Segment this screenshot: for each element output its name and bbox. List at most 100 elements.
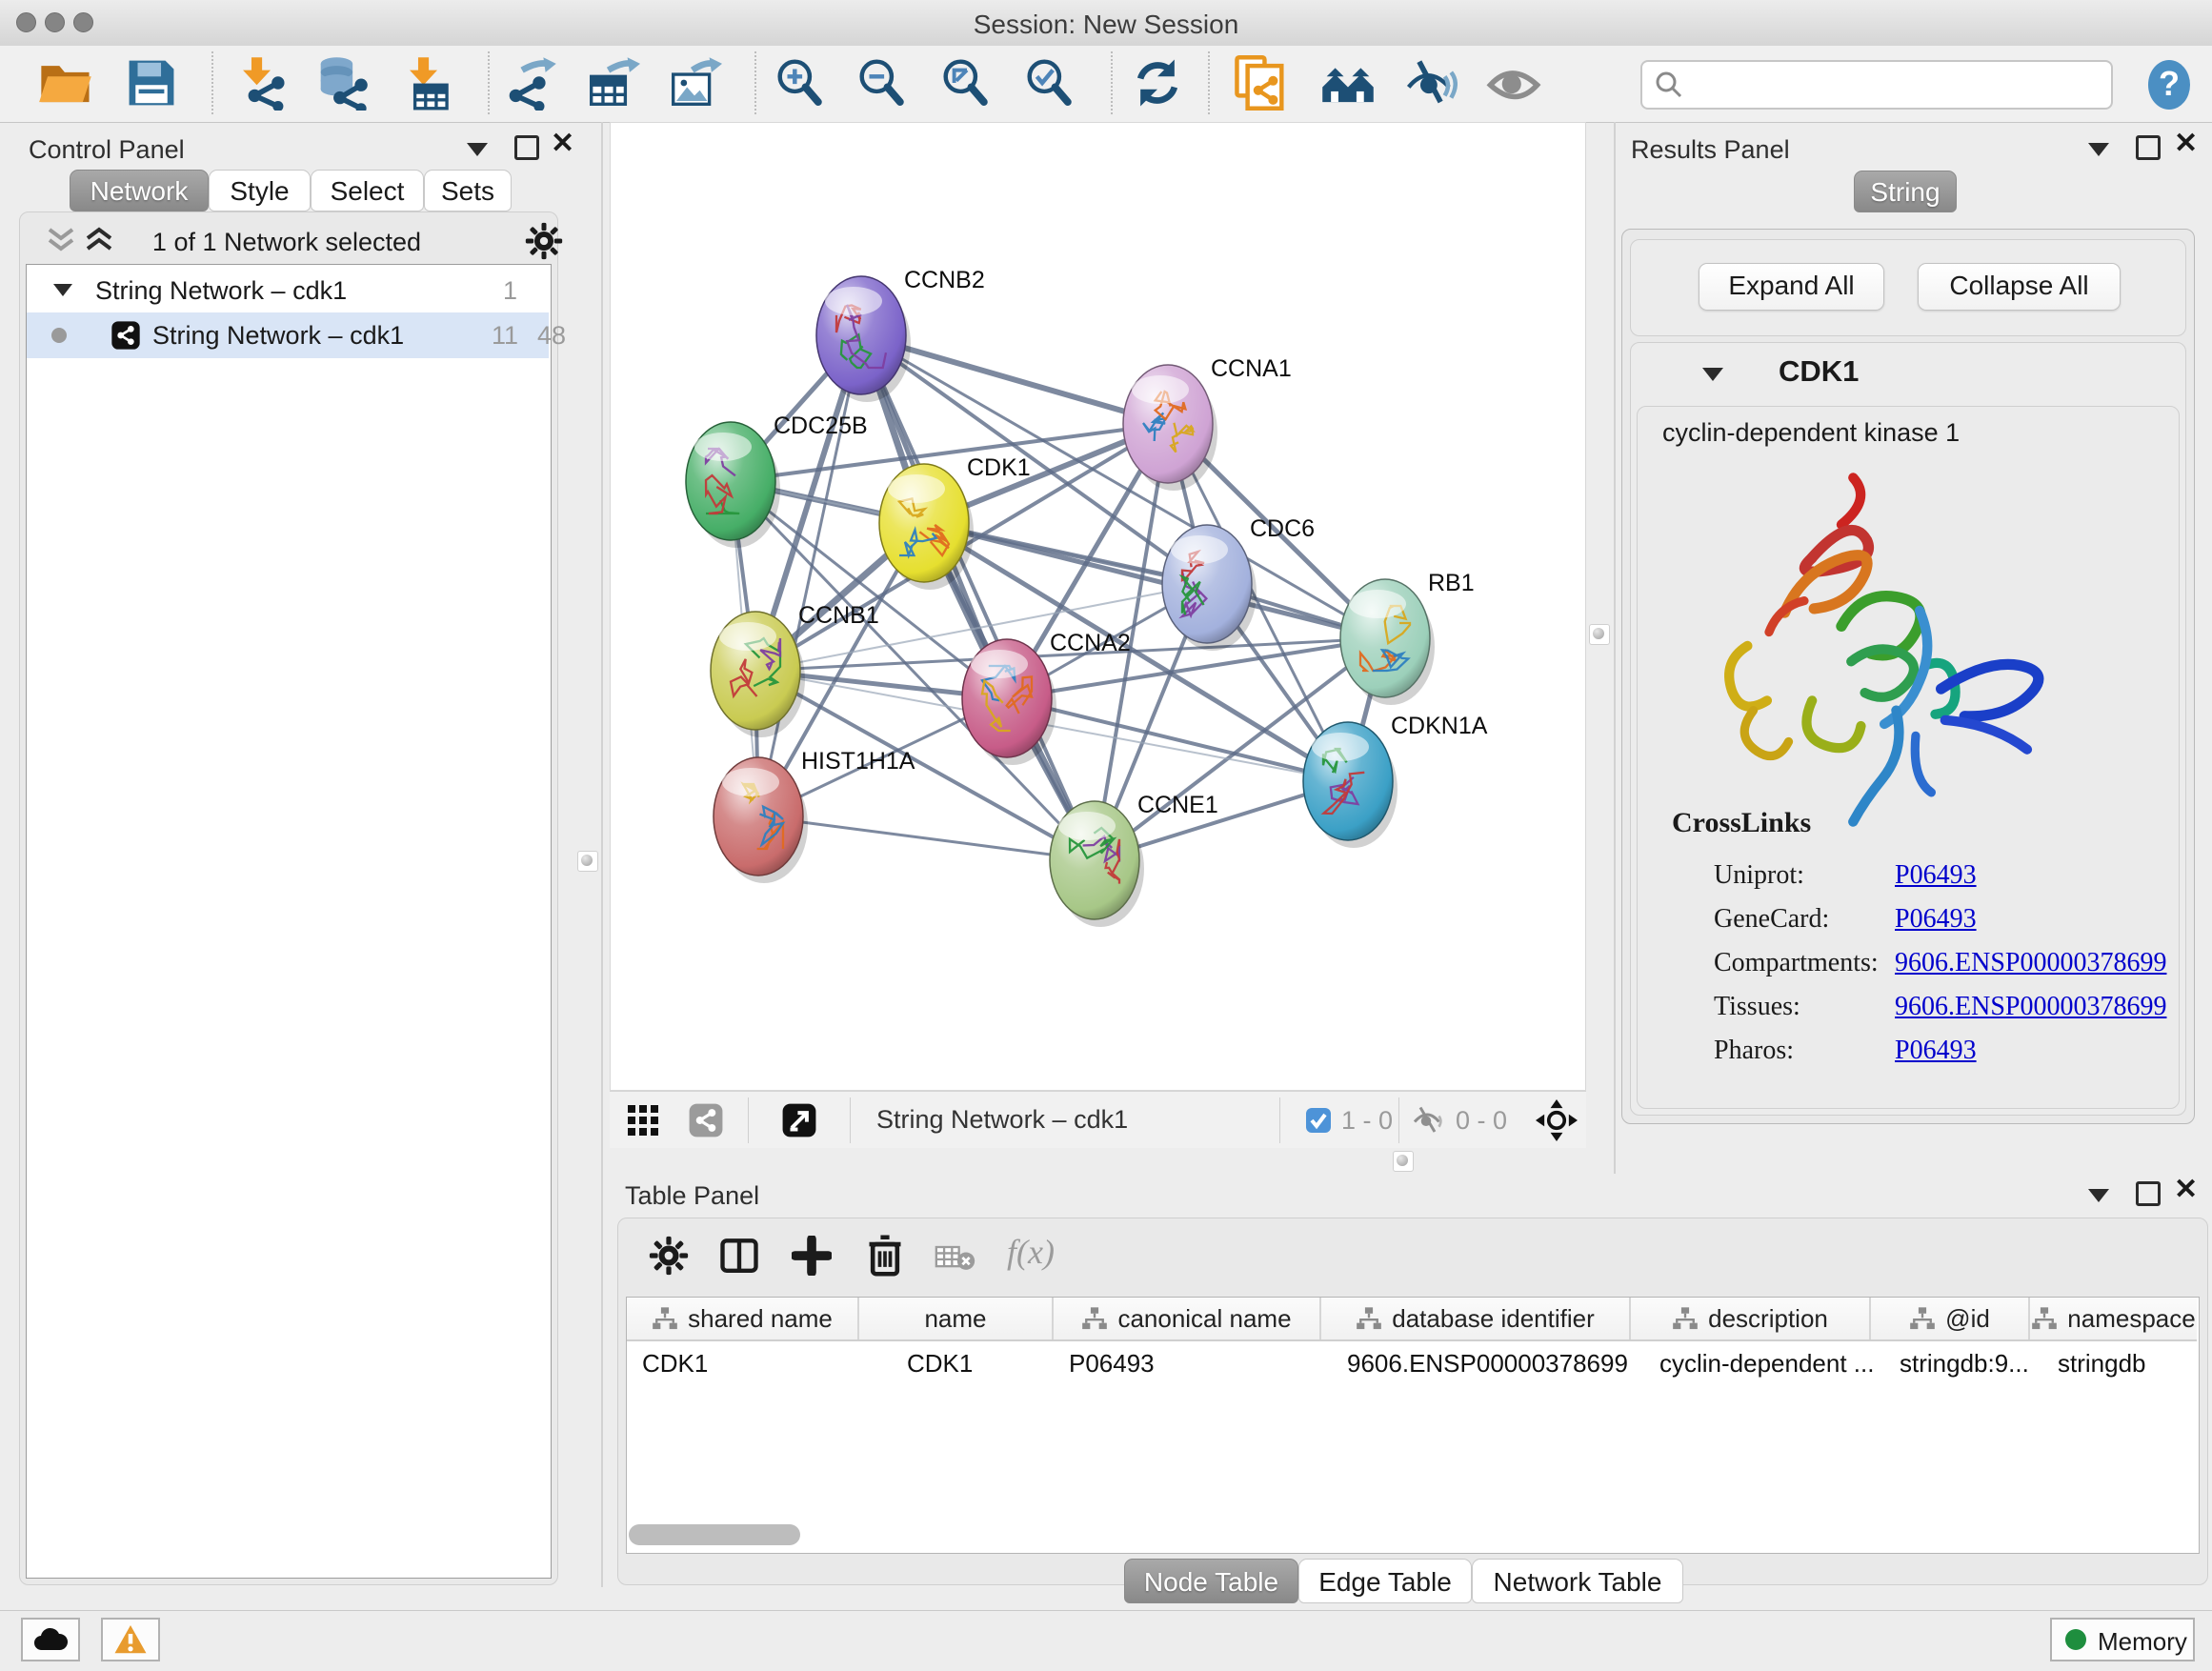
panel-float-icon[interactable] [514,135,539,160]
zoom-fit-icon[interactable] [939,55,995,111]
share-network-icon[interactable] [688,1102,724,1138]
gene-collapse-icon[interactable] [1702,368,1723,381]
collapse-all-button[interactable]: Collapse All [1918,263,2121,311]
help-icon[interactable]: ? [2142,57,2197,112]
import-table-icon[interactable] [400,55,455,111]
network-node-CCNA2[interactable]: CCNA2 [962,630,1131,765]
panel-menu-icon[interactable] [2088,143,2109,156]
delete-table-icon[interactable] [935,1243,976,1272]
open-session-icon[interactable] [38,55,93,111]
zoom-selected-icon[interactable] [1023,55,1078,111]
network-edge[interactable] [758,816,1095,860]
panel-menu-icon[interactable] [467,143,488,156]
col-header-id[interactable]: @id [1871,1298,2030,1339]
tab-node-table[interactable]: Node Table [1124,1559,1298,1603]
network-node-RB1[interactable]: RB1 [1340,570,1475,705]
crosslink-tissues-link[interactable]: 9606.ENSP00000378699 [1895,992,2166,1022]
tab-network-table[interactable]: Network Table [1472,1559,1683,1603]
left-splitter-handle[interactable] [577,851,598,872]
network-node-CCNA1[interactable]: CCNA1 [1123,355,1292,491]
show-columns-icon[interactable] [719,1236,759,1276]
collection-expand-icon[interactable] [53,284,72,296]
network-edge[interactable] [924,523,1385,638]
memory-button[interactable]: Memory [2050,1618,2195,1661]
bottom-splitter-handle[interactable] [1393,1151,1414,1172]
cell-name[interactable]: CDK1 [892,1349,1069,1379]
col-header-shared-name[interactable]: shared name [627,1298,859,1339]
function-builder-icon[interactable]: f(x) [1007,1232,1055,1272]
col-header-database-identifier[interactable]: database identifier [1321,1298,1631,1339]
network-node-CCNE1[interactable]: CCNE1 [1050,792,1218,927]
zoom-in-icon[interactable] [774,55,829,111]
cell-id[interactable]: stringdb:9... [1884,1349,2052,1379]
search-input[interactable] [1692,64,2105,102]
export-table-icon[interactable] [585,55,640,111]
cell-namespace[interactable]: stringdb [2042,1349,2208,1379]
refresh-icon[interactable] [1130,55,1185,111]
network-edge[interactable] [758,335,861,816]
tab-string[interactable]: String [1854,171,1957,212]
network-collection-row[interactable]: String Network – cdk1 1 [27,269,549,312]
crosslink-genecard-link[interactable]: P06493 [1895,904,1977,935]
save-session-icon[interactable] [124,55,179,111]
expand-all-button[interactable]: Expand All [1699,263,1884,311]
crosslink-pharos-link[interactable]: P06493 [1895,1036,1977,1066]
network-row[interactable]: String Network – cdk1 11 48 [27,312,549,358]
tab-sets[interactable]: Sets [424,170,512,211]
cell-database-identifier[interactable]: 9606.ENSP00000378699 [1332,1349,1652,1379]
network-node-CDK1[interactable]: CDK1 [879,454,1031,590]
horizontal-scrollbar-thumb[interactable] [629,1524,800,1545]
delete-column-icon[interactable] [864,1234,906,1278]
export-image-icon[interactable] [667,55,722,111]
col-header-name[interactable]: name [859,1298,1054,1339]
birds-eye-view-icon[interactable] [627,1104,659,1137]
vertical-splitter[interactable] [601,122,603,1587]
network-node-CDKN1A[interactable]: CDKN1A [1303,713,1488,848]
string-copy-icon[interactable] [1233,55,1288,111]
open-in-new-window-icon[interactable] [781,1102,817,1138]
panel-float-icon[interactable] [2136,1181,2161,1206]
tab-select[interactable]: Select [311,170,424,211]
toggle-graphics-icon[interactable] [1486,55,1541,111]
tab-style[interactable]: Style [209,170,311,211]
network-canvas[interactable]: CCNB2CCNA1CDC25BCDK1CDC6RB1CCNB1CCNA2CDK… [611,123,1585,1090]
first-neighbors-icon[interactable] [1320,55,1376,111]
network-options-gear-icon[interactable] [525,222,563,260]
zoom-out-icon[interactable] [855,55,911,111]
cell-shared-name[interactable]: CDK1 [627,1349,871,1379]
import-network-from-database-icon[interactable] [314,55,370,111]
show-hide-graphics-icon[interactable] [1402,55,1458,111]
cell-description[interactable]: cyclin-dependent ... [1644,1349,1893,1379]
col-header-namespace[interactable]: namespace [2030,1298,2197,1339]
expand-all-networks-icon[interactable] [83,226,115,254]
table-row[interactable]: CDK1 CDK1 P06493 9606.ENSP00000378699 cy… [627,1341,2197,1383]
crosslink-uniprot-link[interactable]: P06493 [1895,860,1977,891]
tab-network[interactable]: Network [70,170,209,211]
cloud-status-button[interactable] [21,1618,80,1661]
add-column-icon[interactable] [792,1236,832,1276]
cell-canonical-name[interactable]: P06493 [1054,1349,1331,1379]
table-gear-icon[interactable] [649,1236,689,1276]
import-network-icon[interactable] [233,55,289,111]
vertical-splitter-right[interactable] [1614,122,1616,1174]
right-splitter-handle[interactable] [1589,624,1610,645]
collapse-all-networks-icon[interactable] [45,226,77,254]
fit-selected-icon[interactable] [1536,1099,1578,1141]
network-node-CCNB2[interactable]: CCNB2 [816,267,985,402]
crosslink-compartments-link[interactable]: 9606.ENSP00000378699 [1895,948,2166,978]
panel-close-icon[interactable]: ✕ [2174,1179,2198,1200]
network-node-HIST1H1A[interactable]: HIST1H1A [714,748,915,883]
warning-status-button[interactable] [101,1618,160,1661]
col-header-canonical-name[interactable]: canonical name [1054,1298,1321,1339]
col-header-description[interactable]: description [1631,1298,1871,1339]
export-network-icon[interactable] [503,55,558,111]
panel-close-icon[interactable]: ✕ [2174,133,2198,154]
panel-close-icon[interactable]: ✕ [551,133,574,154]
panel-float-icon[interactable] [2136,135,2161,160]
selected-checkbox-icon[interactable] [1305,1107,1332,1134]
network-node-CCNB1[interactable]: CCNB1 [711,602,879,737]
panel-menu-icon[interactable] [2088,1189,2109,1202]
tab-edge-table[interactable]: Edge Table [1298,1559,1472,1603]
hidden-eye-icon[interactable] [1412,1104,1446,1137]
network-edge[interactable] [861,335,1095,860]
